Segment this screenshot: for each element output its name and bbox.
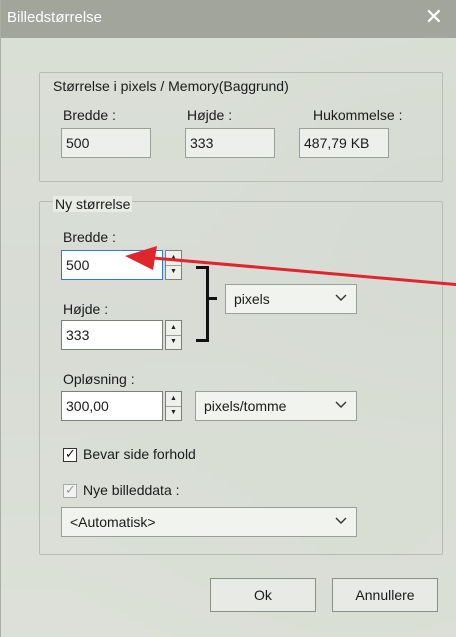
title-bar: Billedstørrelse ✕ <box>1 0 456 38</box>
keep-ratio-checkbox[interactable]: ✓ <box>63 446 77 462</box>
check-icon: ✓ <box>65 482 76 497</box>
resolution-spinner[interactable]: ▲ ▼ <box>165 391 182 421</box>
current-size-group-label: Størrelse i pixels / Memory(Baggrund) <box>53 78 289 94</box>
spin-up-icon[interactable]: ▲ <box>166 321 181 336</box>
chevron-down-icon <box>335 401 347 408</box>
keep-ratio-label[interactable]: Bevar side forhold <box>83 446 196 462</box>
current-height-field: 333 <box>185 128 275 158</box>
ok-button[interactable]: Ok <box>210 578 316 612</box>
spin-up-icon[interactable]: ▲ <box>166 251 181 266</box>
new-data-checkbox[interactable]: ✓ <box>63 482 77 498</box>
link-bracket <box>196 266 209 342</box>
spin-down-icon[interactable]: ▼ <box>166 406 181 420</box>
memory-field: 487,79 KB <box>299 128 389 158</box>
chevron-down-icon <box>335 517 347 524</box>
image-size-dialog: Billedstørrelse ✕ Størrelse i pixels / M… <box>0 0 456 637</box>
size-unit-select[interactable]: pixels <box>225 284 357 314</box>
resample-select[interactable]: <Automatisk> <box>61 507 357 537</box>
new-width-spinner[interactable]: ▲ ▼ <box>165 250 182 280</box>
spin-up-icon[interactable]: ▲ <box>166 392 181 407</box>
size-unit-value: pixels <box>234 291 270 307</box>
close-icon[interactable]: ✕ <box>425 6 443 28</box>
check-icon: ✓ <box>65 446 76 461</box>
window-title: Billedstørrelse <box>7 9 103 26</box>
new-width-input[interactable]: 500 <box>61 250 163 280</box>
spin-down-icon[interactable]: ▼ <box>166 335 181 349</box>
spin-down-icon[interactable]: ▼ <box>166 265 181 279</box>
current-height-label: Højde : <box>187 107 233 123</box>
resolution-unit-select[interactable]: pixels/tomme <box>195 391 357 421</box>
new-height-label: Højde : <box>63 301 109 317</box>
new-height-input[interactable]: 333 <box>61 320 163 350</box>
memory-label: Hukommelse : <box>313 107 403 123</box>
resample-value: <Automatisk> <box>70 514 156 530</box>
cancel-button[interactable]: Annullere <box>332 578 438 612</box>
new-height-spinner[interactable]: ▲ ▼ <box>165 320 182 350</box>
resolution-input[interactable]: 300,00 <box>61 391 163 421</box>
new-width-label: Bredde : <box>63 229 116 245</box>
link-bracket-tick <box>207 297 217 300</box>
resolution-label: Opløsning : <box>63 371 135 387</box>
current-width-field: 500 <box>61 128 151 158</box>
new-size-group-label: Ny størrelse <box>53 196 133 212</box>
new-data-label[interactable]: Nye billeddata : <box>83 482 180 498</box>
chevron-down-icon <box>335 294 347 301</box>
current-width-label: Bredde : <box>63 107 116 123</box>
resolution-unit-value: pixels/tomme <box>204 398 287 414</box>
